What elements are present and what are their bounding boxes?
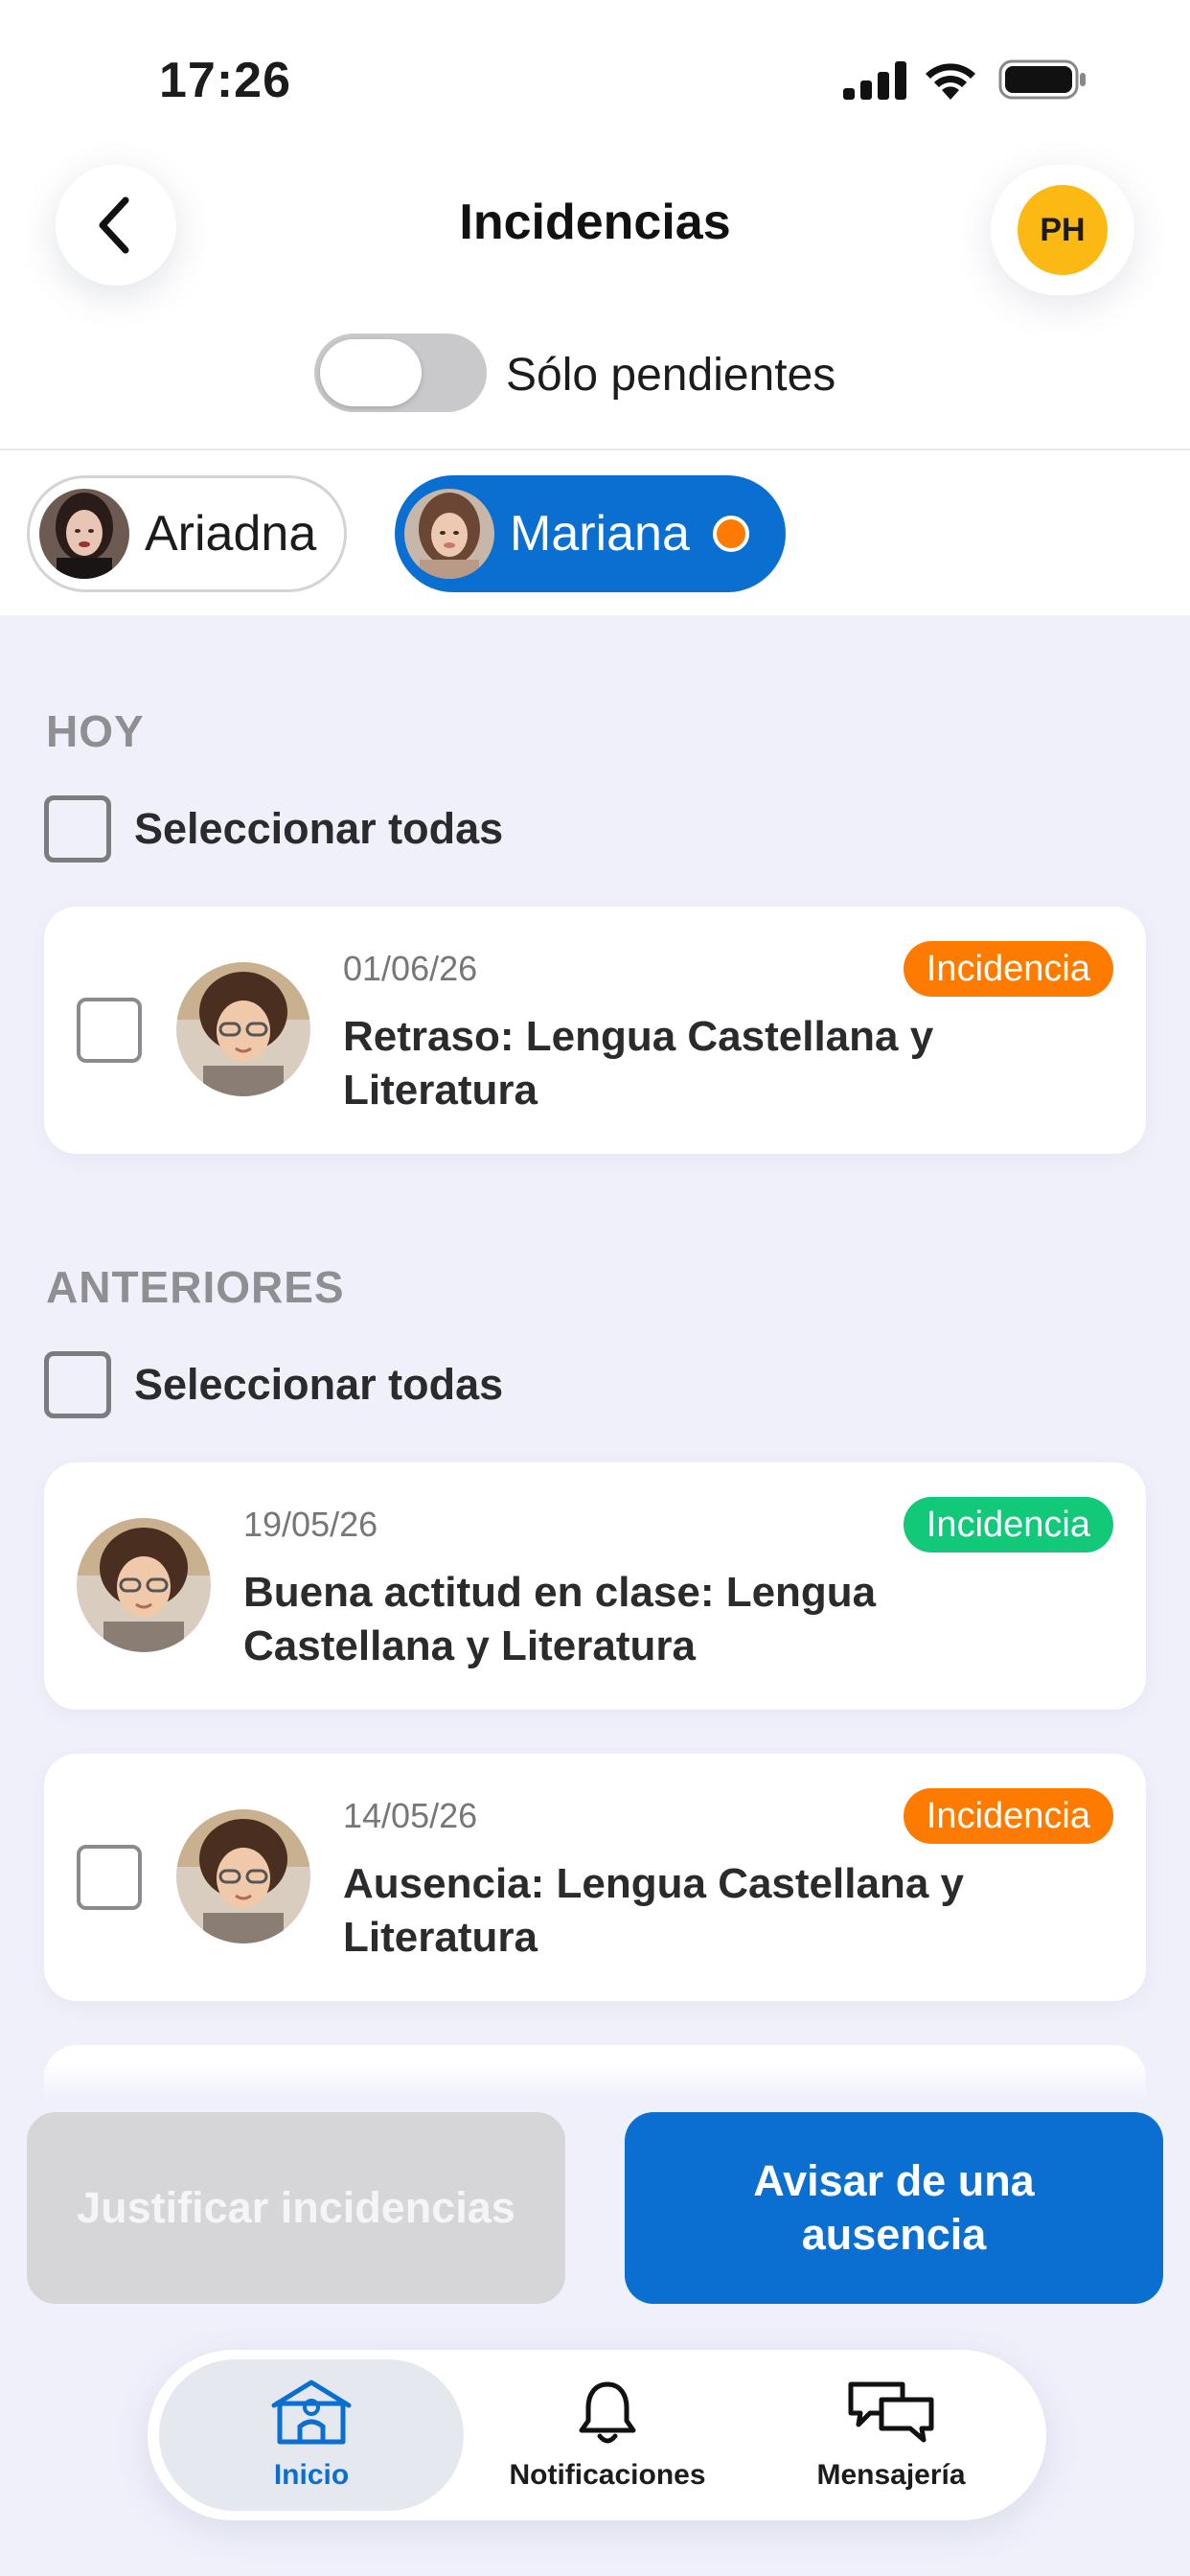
incident-badge: Incidencia (903, 1788, 1113, 1844)
toggle-knob (320, 339, 422, 406)
incident-date: 19/05/26 (243, 1505, 378, 1544)
cellular-signal-icon (843, 61, 906, 100)
student-chip-label: Ariadna (145, 506, 317, 562)
incident-title: Ausencia: Lengua Castellana y Literatura (343, 1860, 964, 1961)
student-photo (77, 1518, 211, 1652)
incident-badge: Incidencia (903, 1497, 1113, 1552)
wifi-icon (926, 63, 975, 100)
tab-notificaciones[interactable]: Notificaciones (473, 2359, 742, 2511)
incident-checkbox[interactable] (77, 1845, 142, 1910)
student-chip-mariana[interactable]: Mariana (395, 475, 786, 592)
status-bar: 17:26 (0, 0, 1190, 144)
pending-toggle-label: Sólo pendientes (506, 350, 836, 401)
incident-checkbox[interactable] (77, 998, 142, 1063)
tab-mensajeria[interactable]: Mensajería (747, 2359, 1035, 2511)
select-all-previous[interactable]: Seleccionar todas (44, 1351, 503, 1418)
section-heading-today: HOY (46, 706, 145, 756)
status-time: 17:26 (159, 53, 291, 108)
student-selector: Ariadna Mariana (0, 473, 1190, 594)
student-photo (176, 962, 310, 1096)
bell-icon (579, 2381, 636, 2444)
student-chip-label: Mariana (510, 506, 690, 562)
incident-card[interactable]: 19/05/26 Incidencia Buena actitud en cla… (44, 1462, 1146, 1710)
tab-label: Mensajería (816, 2459, 966, 2491)
incident-date: 01/06/26 (343, 949, 478, 988)
tab-label: Inicio (273, 2459, 350, 2491)
avatar: PH (1018, 185, 1108, 275)
battery-icon (998, 59, 1086, 100)
justify-incidents-button[interactable]: Justificar incidencias (27, 2112, 565, 2304)
incident-date: 14/05/26 (343, 1796, 478, 1835)
notify-absence-button[interactable]: Avisar de una ausencia (625, 2112, 1163, 2304)
student-photo-ariadna (39, 489, 129, 579)
select-all-label: Seleccionar todas (134, 1360, 504, 1409)
incident-card[interactable]: 01/06/26 Incidencia Retraso: Lengua Cast… (44, 907, 1146, 1154)
select-all-checkbox[interactable] (44, 1351, 111, 1418)
pending-toggle[interactable] (314, 334, 487, 412)
incident-title: Retraso: Lengua Castellana y Literatura (343, 1013, 934, 1114)
incident-badge: Incidencia (903, 941, 1113, 997)
school-home-icon (271, 2380, 352, 2445)
chat-bubbles-icon (848, 2381, 934, 2443)
divider (0, 448, 1190, 450)
student-photo-mariana (404, 489, 494, 579)
alert-dot (712, 516, 749, 552)
tab-label: Notificaciones (509, 2459, 706, 2491)
profile-button[interactable]: PH (991, 165, 1134, 295)
tab-bar: Inicio Notificaciones Mensajería (148, 2350, 1046, 2520)
pending-filter: Sólo pendientes (0, 332, 1190, 418)
header: Incidencias PH (0, 153, 1190, 297)
student-photo (176, 1809, 310, 1944)
section-heading-previous: ANTERIORES (46, 1262, 345, 1312)
tab-inicio[interactable]: Inicio (159, 2359, 464, 2511)
select-all-label: Seleccionar todas (134, 804, 504, 853)
select-all-today[interactable]: Seleccionar todas (44, 795, 503, 862)
student-chip-ariadna[interactable]: Ariadna (27, 475, 347, 592)
select-all-checkbox[interactable] (44, 795, 111, 862)
incident-title: Buena actitud en clase: Lengua Castellan… (243, 1569, 877, 1669)
incident-card[interactable]: 14/05/26 Incidencia Ausencia: Lengua Cas… (44, 1754, 1146, 2001)
